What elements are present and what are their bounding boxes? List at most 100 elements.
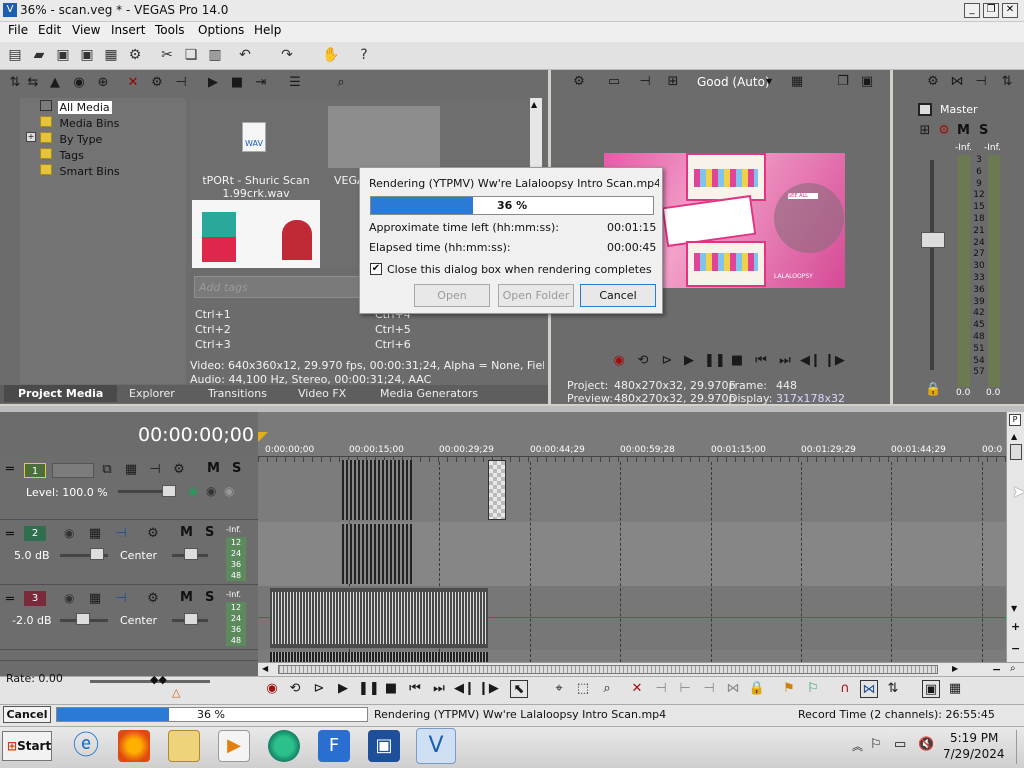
- split-icon[interactable]: ⋈: [724, 680, 742, 698]
- automation-icon[interactable]: ⊞: [916, 122, 934, 140]
- clock-time[interactable]: 5:19 PM: [950, 731, 998, 745]
- tree-item-media-bins[interactable]: Media Bins: [40, 116, 119, 130]
- scroll-left-icon[interactable]: ◀: [262, 664, 268, 673]
- play-icon[interactable]: ▶: [680, 352, 698, 370]
- master-mute-button[interactable]: M: [957, 123, 970, 138]
- automation-icon[interactable]: ⊣: [112, 525, 130, 543]
- network-icon[interactable]: ▭: [894, 737, 906, 752]
- undo-icon[interactable]: ↶: [236, 46, 254, 64]
- menu-view[interactable]: View: [72, 23, 100, 37]
- action-center-icon[interactable]: ⚐: [870, 737, 882, 752]
- arm-record-icon[interactable]: ◉: [64, 526, 74, 540]
- media-item-label[interactable]: tPORt - Shuric Scan 1.99crk.wav: [194, 174, 318, 200]
- rate-slider-handle[interactable]: ◆◆: [150, 673, 167, 686]
- trim-icon[interactable]: ⊣: [652, 680, 670, 698]
- scroll-up-icon[interactable]: ▲: [1011, 432, 1017, 441]
- start-button[interactable]: ⊞Start: [2, 731, 52, 761]
- audio-event[interactable]: [270, 652, 488, 662]
- track-mute-button[interactable]: M: [207, 461, 220, 476]
- audio-event[interactable]: [270, 588, 488, 648]
- ignore-grouping-icon[interactable]: ▦: [946, 680, 964, 698]
- tags-input[interactable]: Add tags: [194, 276, 360, 298]
- track-header-1[interactable]: ═ 1 ⧉ ▦ ⊣ ⚙ M S Level: 100.0 % ◉ ◉ ◉: [0, 456, 258, 520]
- extract-audio-icon[interactable]: ⊕: [94, 74, 112, 92]
- track-header-4[interactable]: [0, 651, 258, 661]
- scroll-right-icon[interactable]: ▶: [952, 664, 958, 673]
- video-thumbnail[interactable]: [328, 106, 440, 168]
- tab-video-fx[interactable]: Video FX: [298, 387, 346, 400]
- track-header-3[interactable]: ═ 3 ◉ ▦ ⊣ ⚙ M S -2.0 dB Center -Inf. 12 …: [0, 586, 258, 650]
- insert-fx-icon[interactable]: ⊣: [972, 73, 990, 91]
- vertical-scrollbar[interactable]: P ▲ ▼ + −: [1006, 412, 1024, 662]
- arm-record-icon[interactable]: ◉: [64, 591, 74, 605]
- track-name-field[interactable]: [52, 463, 94, 478]
- scroll-thumb[interactable]: [1010, 444, 1022, 460]
- trim-start-icon[interactable]: ⊢: [676, 680, 694, 698]
- track-solo-button[interactable]: S: [205, 590, 214, 605]
- track-fx-icon[interactable]: ▦: [86, 590, 104, 608]
- cut-icon[interactable]: ✂: [158, 46, 176, 64]
- menu-edit[interactable]: Edit: [38, 23, 61, 37]
- settings-icon[interactable]: ⚙: [570, 73, 588, 91]
- expand-by-type-button[interactable]: +: [26, 132, 36, 142]
- format-factory-icon[interactable]: F: [318, 730, 350, 762]
- get-media-icon[interactable]: ▲: [46, 74, 64, 92]
- chevron-down-icon[interactable]: ▼: [766, 77, 772, 86]
- automation-icon[interactable]: ⊣: [112, 590, 130, 608]
- show-desktop-button[interactable]: [1016, 730, 1022, 764]
- paste-icon[interactable]: ▥: [206, 46, 224, 64]
- preview-fx-icon[interactable]: ⊞: [664, 73, 682, 91]
- views-icon[interactable]: ☰: [286, 74, 304, 92]
- capture-icon[interactable]: ⇆: [24, 74, 42, 92]
- track-collapse-icon[interactable]: ═: [6, 592, 14, 607]
- save-snapshot-icon[interactable]: ▣: [858, 73, 876, 91]
- marker-icon[interactable]: P: [1009, 414, 1021, 426]
- loop-icon[interactable]: ⟲: [634, 352, 652, 370]
- next-frame-icon[interactable]: ❙▶: [824, 352, 845, 370]
- pan-slider-handle[interactable]: [184, 613, 198, 625]
- scroll-down-icon[interactable]: ▼: [1011, 604, 1017, 613]
- auto-crossfade-icon[interactable]: ⋈: [860, 680, 878, 698]
- scroll-up-icon[interactable]: ▲: [531, 100, 537, 109]
- import-icon[interactable]: ⇅: [6, 74, 24, 92]
- tree-item-all-media[interactable]: All Media: [40, 100, 112, 114]
- track-collapse-icon[interactable]: ═: [6, 462, 14, 477]
- split-screen-icon[interactable]: ⊣: [636, 73, 654, 91]
- envelope-tool-icon[interactable]: ⌖: [550, 680, 568, 698]
- horizontal-scrollbar[interactable]: ◀ ▶ − ⌕: [258, 662, 1024, 676]
- track-settings-icon[interactable]: ⚙: [170, 461, 188, 479]
- region-icon[interactable]: ⚐: [804, 680, 822, 698]
- menu-file[interactable]: File: [8, 23, 28, 37]
- help-icon[interactable]: ?: [355, 46, 373, 64]
- insert-bus-icon[interactable]: ⋈: [948, 73, 966, 91]
- restore-button[interactable]: ❐: [983, 3, 999, 18]
- overlays-icon[interactable]: ▦: [788, 73, 806, 91]
- stop-icon[interactable]: ■: [228, 74, 246, 92]
- track-mute-button[interactable]: M: [180, 590, 193, 605]
- media-player-icon[interactable]: ▶: [218, 730, 250, 762]
- preview-quality-select[interactable]: Good (Auto): [697, 75, 770, 89]
- stop-icon[interactable]: ■: [728, 352, 746, 370]
- prev-frame-icon[interactable]: ◀❙: [454, 680, 475, 698]
- track-fx-icon[interactable]: ▦: [122, 461, 140, 479]
- zoom-tool-icon[interactable]: ⌕: [598, 680, 616, 698]
- snapshot-icon[interactable]: ⊣: [172, 74, 190, 92]
- prev-frame-icon[interactable]: ◀❙: [800, 352, 821, 370]
- mixer-settings-icon[interactable]: ⚙: [924, 73, 942, 91]
- tab-explorer[interactable]: Explorer: [129, 387, 175, 400]
- go-end-icon[interactable]: ⏭: [430, 680, 448, 698]
- menu-tools[interactable]: Tools: [155, 23, 185, 37]
- search-icon[interactable]: ⌕: [332, 74, 350, 92]
- master-fx-icon[interactable]: ⚙: [935, 122, 953, 140]
- redo-icon[interactable]: ↷: [278, 46, 296, 64]
- track-settings-icon[interactable]: ⚙: [144, 525, 162, 543]
- auto-preview-icon[interactable]: ⇥: [252, 74, 270, 92]
- master-solo-button[interactable]: S: [979, 123, 988, 138]
- zoom-out-icon[interactable]: −: [992, 663, 1001, 676]
- volume-slider-handle[interactable]: [76, 613, 90, 625]
- properties-icon[interactable]: ⚙: [126, 46, 144, 64]
- open-icon[interactable]: ▰: [30, 46, 48, 64]
- cancel-button[interactable]: Cancel: [580, 284, 656, 307]
- copy-snapshot-icon[interactable]: ❐: [834, 73, 852, 91]
- menu-help[interactable]: Help: [254, 23, 281, 37]
